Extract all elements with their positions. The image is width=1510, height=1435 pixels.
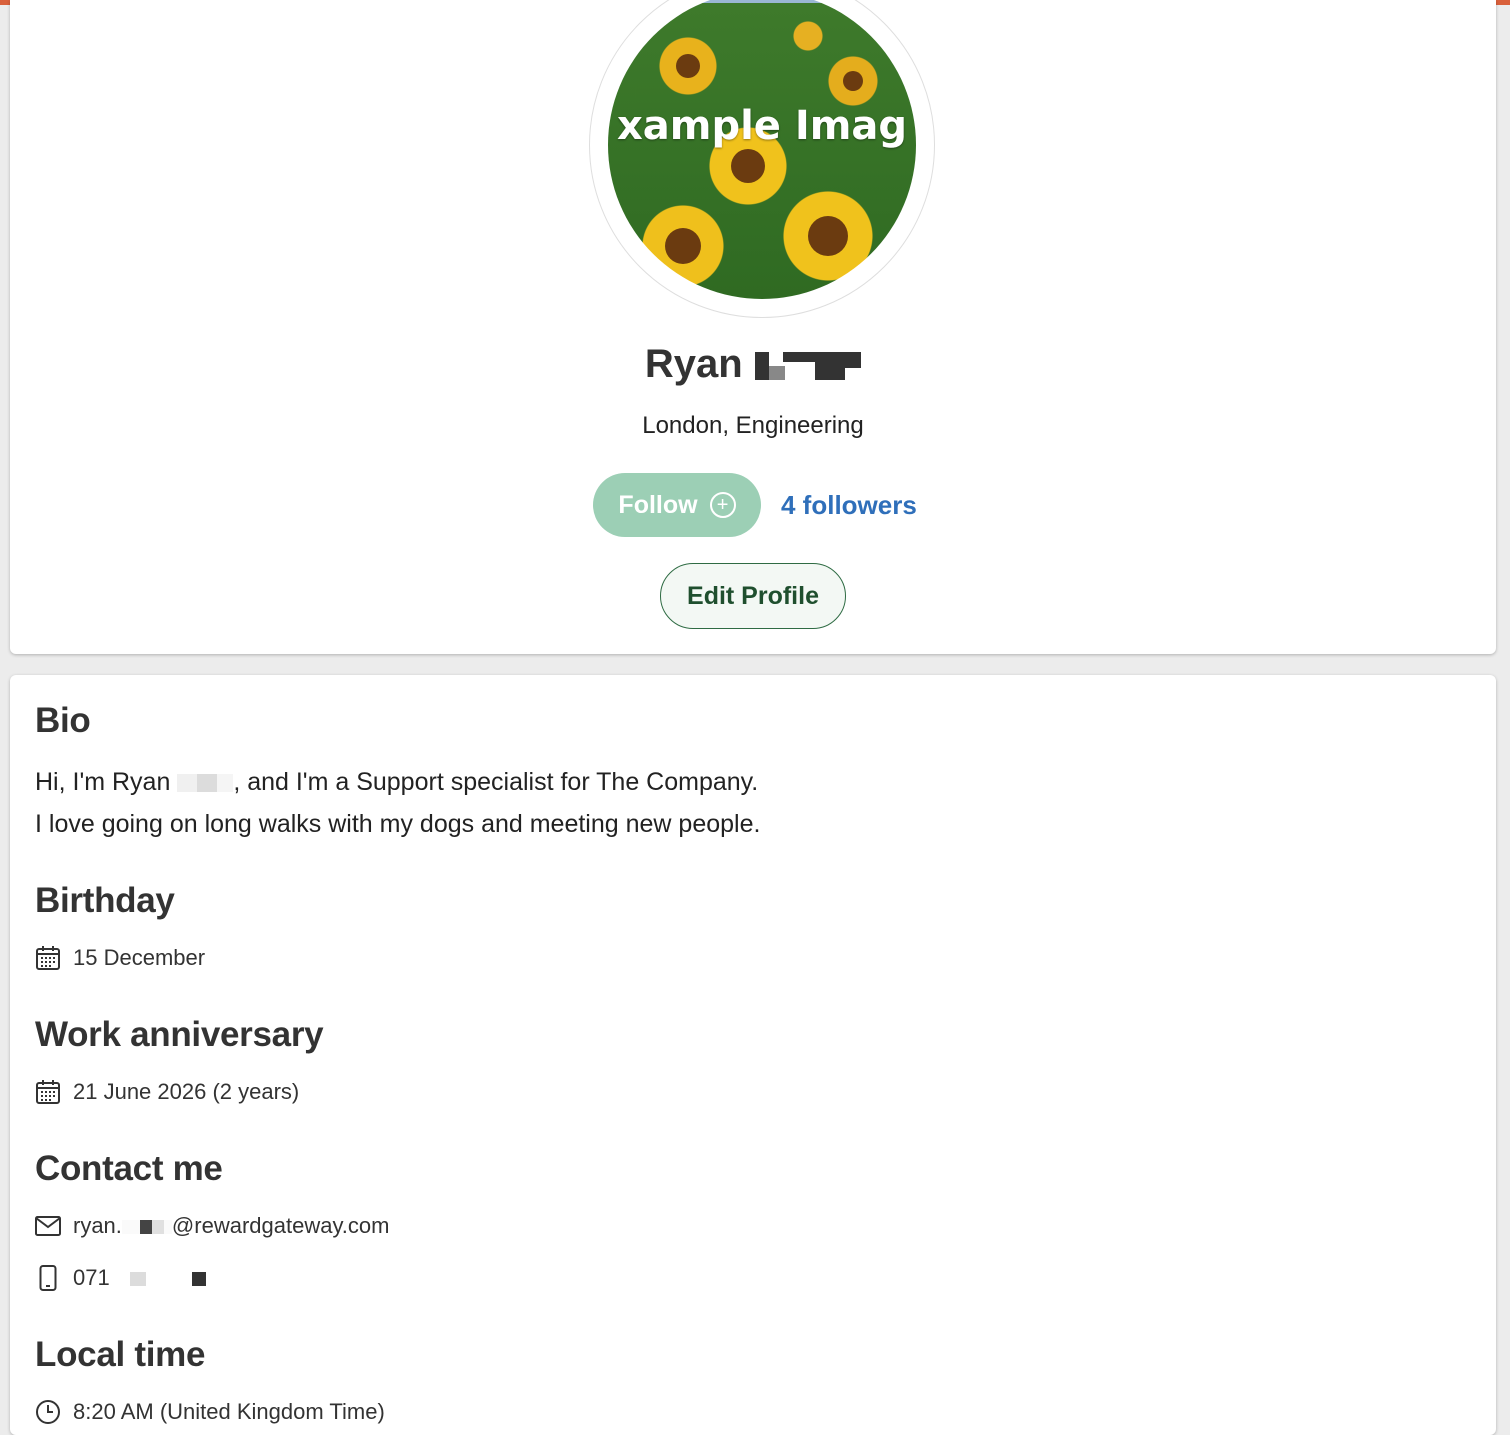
profile-name: Ryan bbox=[10, 342, 1496, 387]
profile-details-card: Bio Hi, I'm Ryan , and I'm a Support spe… bbox=[10, 675, 1496, 1435]
redacted-surname bbox=[755, 350, 862, 380]
work-anniversary-heading: Work anniversary bbox=[35, 1015, 324, 1054]
birthday-section: Birthday 15 December bbox=[35, 881, 205, 973]
profile-header-card: xample Imag Ryan London, Engineering Fol… bbox=[10, 0, 1496, 654]
bio-section: Bio Hi, I'm Ryan , and I'm a Support spe… bbox=[35, 701, 760, 845]
work-anniversary-section: Work anniversary 21 June 2026 (2 years) bbox=[35, 1015, 324, 1107]
work-anniversary-value: 21 June 2026 (2 years) bbox=[73, 1079, 300, 1104]
phone-prefix: 071 bbox=[73, 1265, 110, 1290]
plus-circle-icon: + bbox=[709, 492, 736, 518]
email-prefix: ryan. bbox=[73, 1213, 122, 1238]
profile-subtitle: London, Engineering bbox=[642, 412, 864, 439]
birthday-value: 15 December bbox=[73, 945, 206, 970]
calendar-icon bbox=[35, 1079, 61, 1105]
bio-line2: I love going on long walks with my dogs … bbox=[35, 810, 761, 838]
local-time-heading: Local time bbox=[35, 1335, 206, 1374]
redacted-text bbox=[177, 774, 234, 793]
birthday-heading: Birthday bbox=[35, 881, 175, 920]
mail-icon bbox=[35, 1213, 61, 1239]
contact-section: Contact me ryan. @rewardgateway.com 071 bbox=[35, 1149, 389, 1293]
bio-line1-prefix: Hi, I'm Ryan bbox=[35, 768, 178, 796]
contact-email[interactable]: ryan. @rewardgateway.com bbox=[73, 1213, 389, 1239]
redacted-text bbox=[121, 1220, 172, 1235]
bio-heading: Bio bbox=[35, 701, 91, 740]
bio-line1-suffix: , and I'm a Support specialist for The C… bbox=[233, 768, 759, 796]
bio-text: Hi, I'm Ryan , and I'm a Support special… bbox=[35, 761, 760, 845]
follow-label: Follow bbox=[618, 490, 698, 519]
avatar-image: xample Imag bbox=[608, 0, 916, 299]
phone-icon bbox=[35, 1265, 61, 1291]
avatar-watermark-text: xample Imag bbox=[616, 103, 908, 149]
calendar-icon bbox=[35, 945, 61, 971]
followers-link[interactable]: 4 followers bbox=[781, 490, 917, 521]
contact-heading: Contact me bbox=[35, 1149, 223, 1188]
contact-phone[interactable]: 071 bbox=[73, 1265, 206, 1291]
clock-icon bbox=[35, 1399, 61, 1425]
edit-profile-button[interactable]: Edit Profile bbox=[660, 563, 846, 629]
email-suffix: @rewardgateway.com bbox=[171, 1213, 390, 1238]
local-time-value: 8:20 AM (United Kingdom Time) bbox=[73, 1399, 385, 1424]
profile-first-name: Ryan bbox=[644, 342, 743, 386]
follow-button[interactable]: Follow + bbox=[593, 473, 761, 537]
avatar: xample Imag bbox=[589, 0, 935, 318]
local-time-section: Local time 8:20 AM (United Kingdom Time) bbox=[35, 1335, 385, 1427]
redacted-text bbox=[110, 1272, 206, 1287]
